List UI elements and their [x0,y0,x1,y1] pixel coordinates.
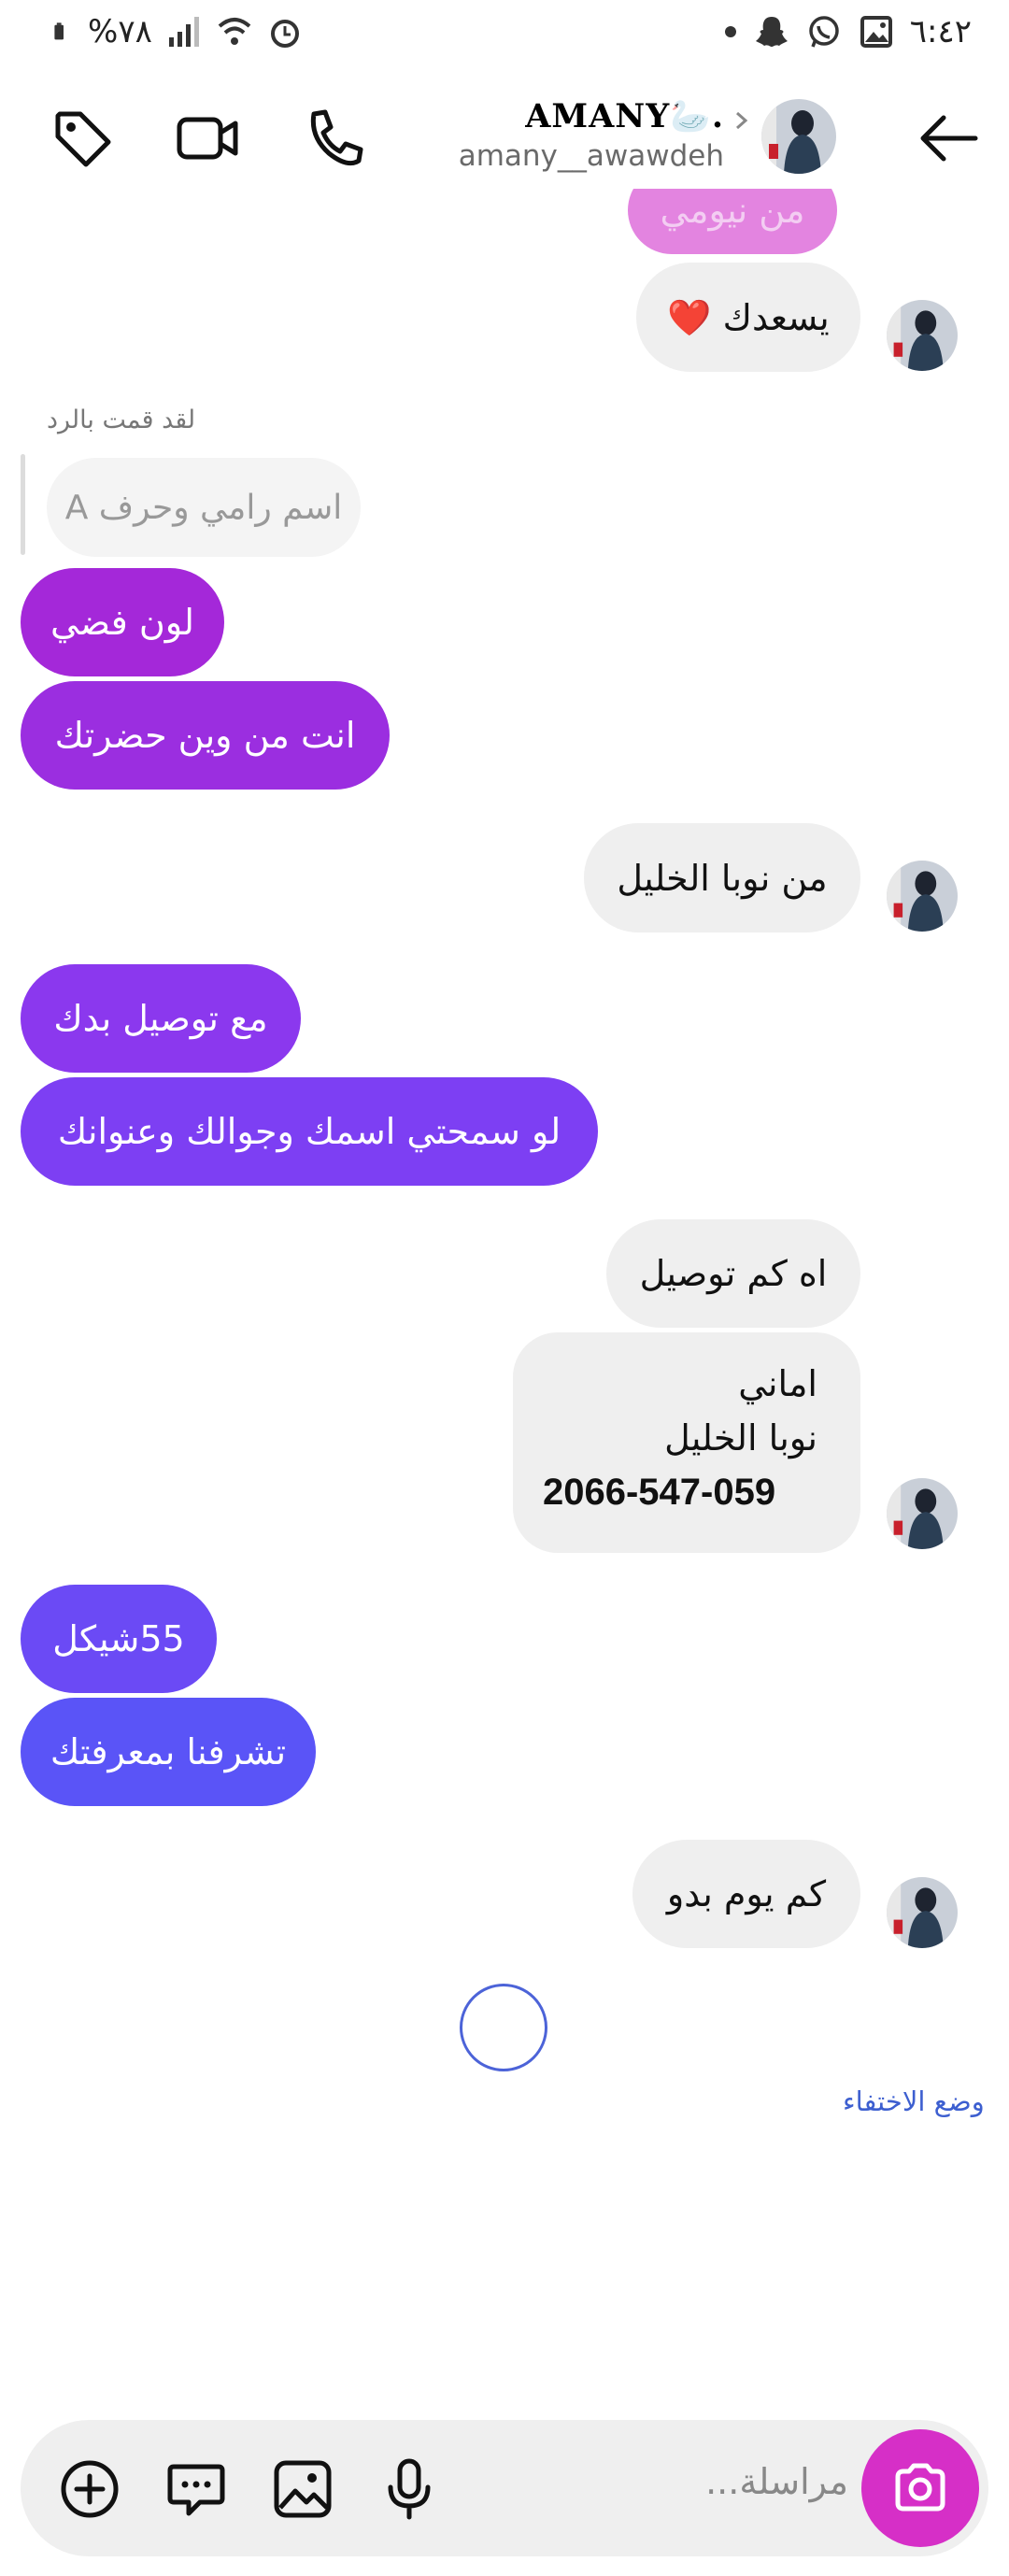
snapchat-icon [755,17,788,47]
add-circle-icon[interactable] [56,2455,123,2523]
gallery-icon [860,16,892,48]
back-arrow-icon[interactable] [916,105,983,172]
contact-title[interactable]: AMANY🦢. amany__awawdeh [459,97,748,173]
vanish-mode-link[interactable]: وضع الاختفاء [843,2085,985,2117]
status-right: ٦:٤٢ [723,13,972,50]
whatsapp-icon [809,16,839,48]
message-sent[interactable]: لو سمحتي اسمك وجوالك وعنوانك [21,1077,598,1186]
replied-message-quote[interactable]: اسم رامي وحرف A [47,458,361,557]
message-sent[interactable]: انت من وين حضرتك [21,681,390,790]
chat-header: AMANY🦢. amany__awawdeh [0,84,1009,189]
status-bar: %٧٨ ٦:٤٢ [0,0,1009,67]
battery-percent: %٧٨ [88,13,152,50]
chevron-right-icon [736,111,748,130]
message-received[interactable]: يسعدك ❤️ [636,263,860,372]
contact-username[interactable]: amany__awawdeh [459,139,724,173]
image-gallery-icon[interactable] [269,2455,336,2523]
message-thread[interactable]: من نيومي يسعدك ❤️ لقد قمت بالرد اسم رامي… [0,189,1009,2412]
camera-icon [895,2463,945,2512]
contact-avatar[interactable] [761,99,836,174]
status-time: ٦:٤٢ [909,13,972,50]
camera-button[interactable] [861,2429,979,2547]
microphone-icon[interactable] [376,2455,443,2523]
message-composer: مراسلة... [21,2420,988,2556]
message-received[interactable]: كم يوم بدو [632,1840,860,1948]
signal-icon [168,17,199,47]
contact-name[interactable]: AMANY🦢. [459,97,724,135]
sender-avatar[interactable] [887,300,958,371]
wifi-icon [218,18,251,45]
message-received[interactable]: اماني نوبا الخليل 2066-547-059 [513,1332,860,1553]
message-sent[interactable]: تشرفنا بمعرفتك [21,1698,316,1806]
battery-icon [54,22,64,40]
notification-dot-icon [724,26,736,37]
alarm-icon [270,20,299,48]
message-sent[interactable]: لون فضي [21,568,224,676]
sender-avatar[interactable] [887,861,958,932]
message-sent-partial[interactable]: من نيومي [628,189,837,254]
sender-avatar[interactable] [887,1877,958,1948]
video-call-icon[interactable] [174,105,241,172]
message-received[interactable]: من نوبا الخليل [584,823,860,932]
reply-indicator-bar [21,454,25,555]
sticker-chat-icon[interactable] [163,2455,230,2523]
sender-avatar[interactable] [887,1478,958,1549]
message-sent[interactable]: 55شيكل [21,1585,217,1693]
message-sent[interactable]: مع توصيل بدك [21,964,301,1073]
message-input[interactable]: مراسلة... [705,2461,848,2502]
status-left: %٧٨ [52,13,304,50]
loading-spinner [460,1984,547,2071]
message-received[interactable]: اه كم توصيل [606,1219,860,1328]
reply-note: لقد قمت بالرد [47,406,196,434]
tag-icon[interactable] [49,105,116,172]
phone-call-icon[interactable] [301,105,368,172]
